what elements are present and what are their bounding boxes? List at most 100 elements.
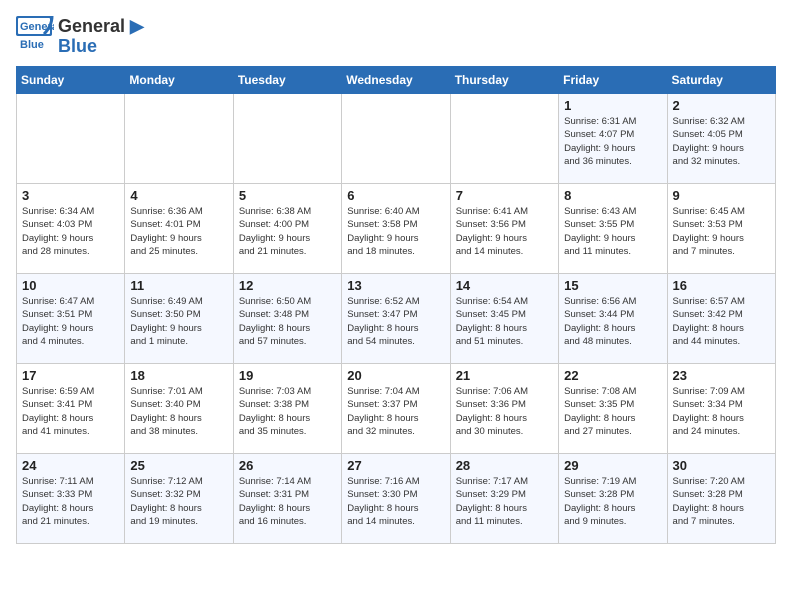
- day-number: 16: [673, 278, 770, 293]
- day-info: Sunrise: 6:56 AM Sunset: 3:44 PM Dayligh…: [564, 295, 661, 348]
- day-number: 11: [130, 278, 227, 293]
- calendar-cell: 15Sunrise: 6:56 AM Sunset: 3:44 PM Dayli…: [559, 274, 667, 364]
- day-info: Sunrise: 7:20 AM Sunset: 3:28 PM Dayligh…: [673, 475, 770, 528]
- day-info: Sunrise: 7:12 AM Sunset: 3:32 PM Dayligh…: [130, 475, 227, 528]
- calendar-week-1: 1 Sunrise: 6:31 AM Sunset: 4:07 PM Daylig…: [17, 94, 776, 184]
- calendar-cell: 29 Sunrise: 7:19 AM Sunset: 3:28 PM Dayli…: [559, 454, 667, 544]
- day-info: Sunrise: 7:01 AM Sunset: 3:40 PM Dayligh…: [130, 385, 227, 438]
- calendar-cell: 14 Sunrise: 6:54 AM Sunset: 3:45 PM Dayli…: [450, 274, 558, 364]
- calendar-cell: 3 Sunrise: 6:34 AM Sunset: 4:03 PM Daylig…: [17, 184, 125, 274]
- day-number: 10: [22, 278, 119, 293]
- day-info: Sunrise: 7:19 AM Sunset: 3:28 PM Dayligh…: [564, 475, 661, 528]
- day-info: Sunrise: 7:08 AM Sunset: 3:35 PM Dayligh…: [564, 385, 661, 438]
- calendar-week-5: 24 Sunrise: 7:11 AM Sunset: 3:33 PM Dayli…: [17, 454, 776, 544]
- calendar-cell: 1 Sunrise: 6:31 AM Sunset: 4:07 PM Daylig…: [559, 94, 667, 184]
- day-number: 3: [22, 188, 119, 203]
- day-info: Sunrise: 6:57 AM Sunset: 3:42 PM Dayligh…: [673, 295, 770, 348]
- day-info: Sunrise: 6:32 AM Sunset: 4:05 PM Dayligh…: [673, 115, 770, 168]
- day-number: 17: [22, 368, 119, 383]
- calendar-cell: 13 Sunrise: 6:52 AM Sunset: 3:47 PM Dayli…: [342, 274, 450, 364]
- day-number: 12: [239, 278, 336, 293]
- day-number: 30: [673, 458, 770, 473]
- calendar-cell: 11 Sunrise: 6:49 AM Sunset: 3:50 PM Dayli…: [125, 274, 233, 364]
- day-info: Sunrise: 6:34 AM Sunset: 4:03 PM Dayligh…: [22, 205, 119, 258]
- calendar-cell: 8Sunrise: 6:43 AM Sunset: 3:55 PM Daylig…: [559, 184, 667, 274]
- column-header-friday: Friday: [559, 67, 667, 94]
- logo: General Blue General ▶ Blue: [16, 16, 144, 58]
- calendar-header-row: SundayMondayTuesdayWednesdayThursdayFrid…: [17, 67, 776, 94]
- calendar-week-4: 17 Sunrise: 6:59 AM Sunset: 3:41 PM Dayli…: [17, 364, 776, 454]
- day-info: Sunrise: 7:16 AM Sunset: 3:30 PM Dayligh…: [347, 475, 444, 528]
- day-number: 4: [130, 188, 227, 203]
- day-number: 23: [673, 368, 770, 383]
- calendar-cell: 20Sunrise: 7:04 AM Sunset: 3:37 PM Dayli…: [342, 364, 450, 454]
- day-info: Sunrise: 6:50 AM Sunset: 3:48 PM Dayligh…: [239, 295, 336, 348]
- calendar-cell: 5Sunrise: 6:38 AM Sunset: 4:00 PM Daylig…: [233, 184, 341, 274]
- day-info: Sunrise: 7:14 AM Sunset: 3:31 PM Dayligh…: [239, 475, 336, 528]
- day-info: Sunrise: 7:04 AM Sunset: 3:37 PM Dayligh…: [347, 385, 444, 438]
- day-number: 14: [456, 278, 553, 293]
- column-header-saturday: Saturday: [667, 67, 775, 94]
- calendar-cell: [342, 94, 450, 184]
- calendar-cell: 10 Sunrise: 6:47 AM Sunset: 3:51 PM Dayli…: [17, 274, 125, 364]
- logo-icon: General Blue: [16, 16, 54, 58]
- calendar-week-3: 10 Sunrise: 6:47 AM Sunset: 3:51 PM Dayli…: [17, 274, 776, 364]
- day-number: 7: [456, 188, 553, 203]
- calendar-cell: 19 Sunrise: 7:03 AM Sunset: 3:38 PM Dayli…: [233, 364, 341, 454]
- day-info: Sunrise: 6:38 AM Sunset: 4:00 PM Dayligh…: [239, 205, 336, 258]
- calendar-cell: 9 Sunrise: 6:45 AM Sunset: 3:53 PM Daylig…: [667, 184, 775, 274]
- calendar-cell: 21 Sunrise: 7:06 AM Sunset: 3:36 PM Dayli…: [450, 364, 558, 454]
- day-number: 26: [239, 458, 336, 473]
- day-number: 25: [130, 458, 227, 473]
- day-info: Sunrise: 6:40 AM Sunset: 3:58 PM Dayligh…: [347, 205, 444, 258]
- calendar-cell: 16 Sunrise: 6:57 AM Sunset: 3:42 PM Dayli…: [667, 274, 775, 364]
- calendar-cell: 6 Sunrise: 6:40 AM Sunset: 3:58 PM Daylig…: [342, 184, 450, 274]
- day-number: 2: [673, 98, 770, 113]
- day-number: 29: [564, 458, 661, 473]
- day-number: 13: [347, 278, 444, 293]
- day-number: 18: [130, 368, 227, 383]
- calendar-cell: 12 Sunrise: 6:50 AM Sunset: 3:48 PM Dayli…: [233, 274, 341, 364]
- day-number: 24: [22, 458, 119, 473]
- day-info: Sunrise: 6:43 AM Sunset: 3:55 PM Dayligh…: [564, 205, 661, 258]
- day-info: Sunrise: 6:59 AM Sunset: 3:41 PM Dayligh…: [22, 385, 119, 438]
- calendar-cell: 30 Sunrise: 7:20 AM Sunset: 3:28 PM Dayli…: [667, 454, 775, 544]
- calendar-cell: 25 Sunrise: 7:12 AM Sunset: 3:32 PM Dayli…: [125, 454, 233, 544]
- calendar-cell: 26 Sunrise: 7:14 AM Sunset: 3:31 PM Dayli…: [233, 454, 341, 544]
- calendar-cell: [233, 94, 341, 184]
- day-info: Sunrise: 6:47 AM Sunset: 3:51 PM Dayligh…: [22, 295, 119, 348]
- day-info: Sunrise: 7:17 AM Sunset: 3:29 PM Dayligh…: [456, 475, 553, 528]
- day-info: Sunrise: 7:06 AM Sunset: 3:36 PM Dayligh…: [456, 385, 553, 438]
- calendar-cell: 28 Sunrise: 7:17 AM Sunset: 3:29 PM Dayli…: [450, 454, 558, 544]
- day-number: 27: [347, 458, 444, 473]
- day-number: 9: [673, 188, 770, 203]
- calendar-cell: [125, 94, 233, 184]
- day-number: 28: [456, 458, 553, 473]
- calendar-cell: 7 Sunrise: 6:41 AM Sunset: 3:56 PM Daylig…: [450, 184, 558, 274]
- column-header-tuesday: Tuesday: [233, 67, 341, 94]
- calendar-week-2: 3 Sunrise: 6:34 AM Sunset: 4:03 PM Daylig…: [17, 184, 776, 274]
- day-number: 21: [456, 368, 553, 383]
- column-header-sunday: Sunday: [17, 67, 125, 94]
- column-header-monday: Monday: [125, 67, 233, 94]
- day-info: Sunrise: 6:31 AM Sunset: 4:07 PM Dayligh…: [564, 115, 661, 168]
- day-info: Sunrise: 6:41 AM Sunset: 3:56 PM Dayligh…: [456, 205, 553, 258]
- day-number: 19: [239, 368, 336, 383]
- day-number: 6: [347, 188, 444, 203]
- page-header: General Blue General ▶ Blue: [16, 16, 776, 58]
- day-info: Sunrise: 6:36 AM Sunset: 4:01 PM Dayligh…: [130, 205, 227, 258]
- day-info: Sunrise: 7:11 AM Sunset: 3:33 PM Dayligh…: [22, 475, 119, 528]
- calendar-cell: 22Sunrise: 7:08 AM Sunset: 3:35 PM Dayli…: [559, 364, 667, 454]
- column-header-thursday: Thursday: [450, 67, 558, 94]
- svg-text:Blue: Blue: [20, 39, 44, 51]
- calendar-cell: 4 Sunrise: 6:36 AM Sunset: 4:01 PM Daylig…: [125, 184, 233, 274]
- day-info: Sunrise: 7:03 AM Sunset: 3:38 PM Dayligh…: [239, 385, 336, 438]
- day-info: Sunrise: 6:52 AM Sunset: 3:47 PM Dayligh…: [347, 295, 444, 348]
- day-number: 1: [564, 98, 661, 113]
- day-info: Sunrise: 6:49 AM Sunset: 3:50 PM Dayligh…: [130, 295, 227, 348]
- calendar-cell: [450, 94, 558, 184]
- column-header-wednesday: Wednesday: [342, 67, 450, 94]
- calendar-table: SundayMondayTuesdayWednesdayThursdayFrid…: [16, 66, 776, 544]
- day-info: Sunrise: 6:45 AM Sunset: 3:53 PM Dayligh…: [673, 205, 770, 258]
- day-info: Sunrise: 6:54 AM Sunset: 3:45 PM Dayligh…: [456, 295, 553, 348]
